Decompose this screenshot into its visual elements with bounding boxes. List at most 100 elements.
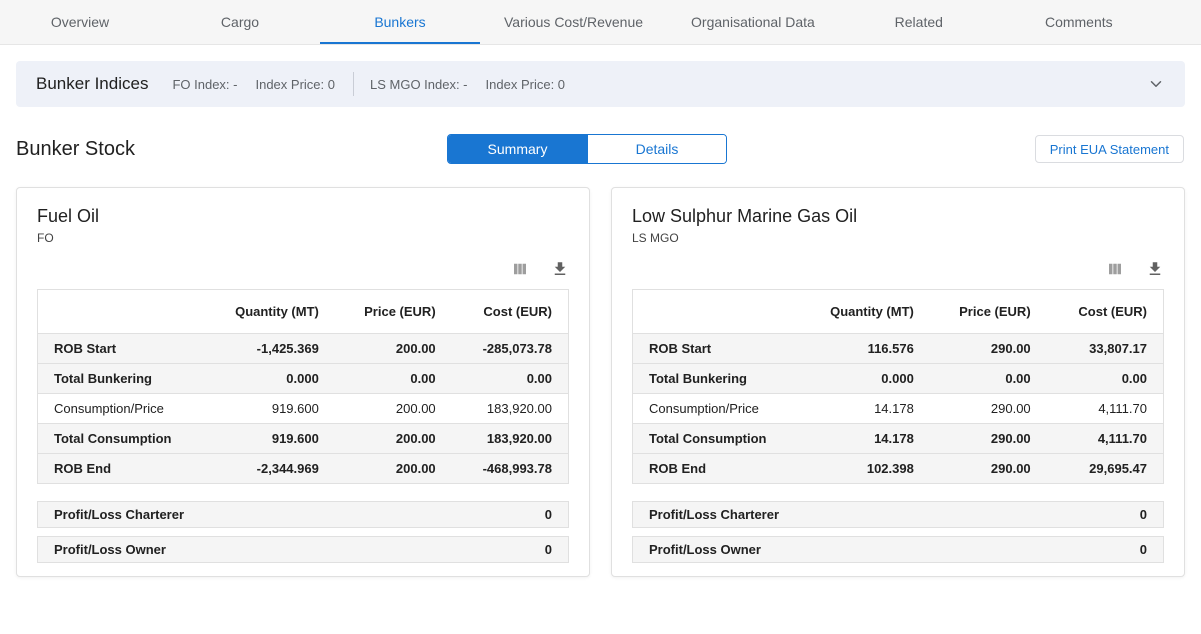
row-label: Consumption/Price — [38, 394, 219, 424]
row-value: -468,993.78 — [452, 454, 569, 484]
row-value: 0.00 — [1047, 364, 1164, 394]
card-title: Low Sulphur Marine Gas Oil — [632, 206, 1164, 227]
tab-overview[interactable]: Overview — [0, 0, 160, 44]
columns-icon[interactable] — [1106, 260, 1124, 278]
ls-mgo-index-price: Index Price: 0 — [486, 77, 566, 92]
top-tab-bar: Overview Cargo Bunkers Various Cost/Reve… — [0, 0, 1201, 45]
row-value: 0.00 — [335, 364, 452, 394]
view-toggle: Summary Details — [447, 134, 727, 164]
row-label: ROB End — [633, 454, 814, 484]
row-value: 4,111.70 — [1047, 424, 1164, 454]
chevron-down-icon[interactable] — [1147, 75, 1165, 93]
row-label-header — [633, 290, 814, 334]
table-row: Consumption/Price 14.178290.004,111.70 — [633, 394, 1164, 424]
card-toolbar — [632, 259, 1164, 279]
row-value: 0.00 — [452, 364, 569, 394]
tab-comments[interactable]: Comments — [999, 0, 1159, 44]
profit-loss-row: Profit/Loss Charterer 0 — [37, 501, 569, 528]
column-header: Cost (EUR) — [452, 290, 569, 334]
row-value: 200.00 — [335, 454, 452, 484]
row-value: 4,111.70 — [1047, 394, 1164, 424]
row-value: 919.600 — [218, 424, 335, 454]
bunker-stock-header: Bunker Stock Summary Details Print EUA S… — [0, 133, 1201, 165]
bunker-indices-title: Bunker Indices — [36, 74, 148, 94]
row-value: -2,344.969 — [218, 454, 335, 484]
print-eua-statement-button[interactable]: Print EUA Statement — [1035, 135, 1184, 163]
card-title: Fuel Oil — [37, 206, 569, 227]
profit-loss-label: Profit/Loss Owner — [54, 542, 166, 557]
row-value: 116.576 — [813, 334, 930, 364]
profit-loss-label: Profit/Loss Charterer — [54, 507, 184, 522]
bunker-table: Quantity (MT)Price (EUR)Cost (EUR) ROB S… — [632, 289, 1164, 484]
row-value: 33,807.17 — [1047, 334, 1164, 364]
column-header: Cost (EUR) — [1047, 290, 1164, 334]
row-value: 0.00 — [930, 364, 1047, 394]
download-icon[interactable] — [551, 260, 569, 278]
tab-cargo[interactable]: Cargo — [160, 0, 320, 44]
table-row: ROB Start -1,425.369200.00-285,073.78 — [38, 334, 569, 364]
download-icon[interactable] — [1146, 260, 1164, 278]
row-value: 0.000 — [218, 364, 335, 394]
bunker-indices-bar[interactable]: Bunker Indices FO Index: - Index Price: … — [16, 61, 1185, 107]
table-row: ROB Start 116.576290.0033,807.17 — [633, 334, 1164, 364]
row-label: Total Consumption — [38, 424, 219, 454]
tab-organisational-data[interactable]: Organisational Data — [667, 0, 839, 44]
bunker-card-fo: Fuel Oil FO Quantity (MT)Price (EUR)Cost… — [16, 187, 590, 577]
table-header-row: Quantity (MT)Price (EUR)Cost (EUR) — [38, 290, 569, 334]
row-value: 290.00 — [930, 424, 1047, 454]
column-header: Quantity (MT) — [813, 290, 930, 334]
column-header: Price (EUR) — [335, 290, 452, 334]
columns-icon[interactable] — [511, 260, 529, 278]
column-header: Quantity (MT) — [218, 290, 335, 334]
card-subtitle: LS MGO — [632, 231, 1164, 245]
row-value: 0.000 — [813, 364, 930, 394]
table-row: Total Consumption 14.178290.004,111.70 — [633, 424, 1164, 454]
bunker-table: Quantity (MT)Price (EUR)Cost (EUR) ROB S… — [37, 289, 569, 484]
row-value: 183,920.00 — [452, 424, 569, 454]
table-row: ROB End 102.398290.0029,695.47 — [633, 454, 1164, 484]
profit-loss-row: Profit/Loss Owner 0 — [37, 536, 569, 563]
profit-loss-label: Profit/Loss Owner — [649, 542, 761, 557]
bunker-cards-container: Fuel Oil FO Quantity (MT)Price (EUR)Cost… — [0, 187, 1201, 577]
row-value: 102.398 — [813, 454, 930, 484]
row-value: 200.00 — [335, 424, 452, 454]
profit-loss-value: 0 — [1140, 542, 1147, 557]
divider — [353, 72, 354, 96]
row-value: 29,695.47 — [1047, 454, 1164, 484]
summary-toggle-button[interactable]: Summary — [448, 135, 587, 163]
row-label: Total Consumption — [633, 424, 814, 454]
row-label: Consumption/Price — [633, 394, 814, 424]
table-header-row: Quantity (MT)Price (EUR)Cost (EUR) — [633, 290, 1164, 334]
row-value: 14.178 — [813, 394, 930, 424]
row-value: -285,073.78 — [452, 334, 569, 364]
column-header: Price (EUR) — [930, 290, 1047, 334]
profit-loss-value: 0 — [545, 542, 552, 557]
page-title: Bunker Stock — [16, 138, 135, 161]
fo-index-value: FO Index: - — [172, 77, 237, 92]
row-label: ROB Start — [38, 334, 219, 364]
profit-loss-value: 0 — [1140, 507, 1147, 522]
row-value: 14.178 — [813, 424, 930, 454]
row-label: Total Bunkering — [633, 364, 814, 394]
table-row: Total Consumption 919.600200.00183,920.0… — [38, 424, 569, 454]
bunker-card-ls-mgo: Low Sulphur Marine Gas Oil LS MGO Quanti… — [611, 187, 1185, 577]
row-value: 183,920.00 — [452, 394, 569, 424]
tab-related[interactable]: Related — [839, 0, 999, 44]
row-value: 200.00 — [335, 394, 452, 424]
card-subtitle: FO — [37, 231, 569, 245]
table-row: Consumption/Price 919.600200.00183,920.0… — [38, 394, 569, 424]
tab-bunkers[interactable]: Bunkers — [320, 0, 480, 44]
card-toolbar — [37, 259, 569, 279]
details-toggle-button[interactable]: Details — [587, 135, 726, 163]
row-label: ROB End — [38, 454, 219, 484]
row-label-header — [38, 290, 219, 334]
table-row: ROB End -2,344.969200.00-468,993.78 — [38, 454, 569, 484]
row-value: 200.00 — [335, 334, 452, 364]
row-label: Total Bunkering — [38, 364, 219, 394]
row-label: ROB Start — [633, 334, 814, 364]
row-value: -1,425.369 — [218, 334, 335, 364]
table-row: Total Bunkering 0.0000.000.00 — [633, 364, 1164, 394]
row-value: 290.00 — [930, 334, 1047, 364]
tab-various-cost-revenue[interactable]: Various Cost/Revenue — [480, 0, 667, 44]
table-row: Total Bunkering 0.0000.000.00 — [38, 364, 569, 394]
